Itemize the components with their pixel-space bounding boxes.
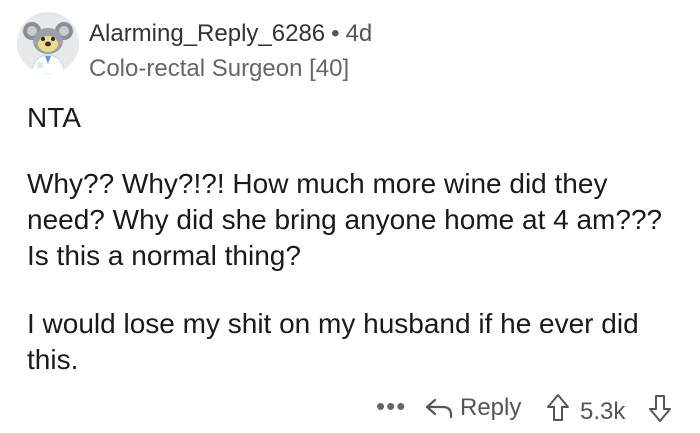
downvote-arrow-icon [649,395,671,422]
username-link[interactable]: Alarming_Reply_6286 [89,20,325,47]
comment-paragraph: Why?? Why?!?! How much more wine did the… [27,168,663,271]
vote-count: 5.3k [580,398,626,425]
reply-button[interactable]: Reply [424,392,521,424]
koala-avatar-icon [17,12,79,74]
comment-actions-bar: ••• Reply 5.3k [0,388,700,428]
user-flair: Colo-rectal Surgeon [40] [89,55,350,82]
comment-age: 4d [345,20,373,47]
comment: Alarming_Reply_6286 • 4d Colo-rectal Surge… [0,0,700,433]
downvote-button[interactable] [648,393,672,423]
reply-arrow-icon [425,398,453,419]
user-avatar[interactable] [17,12,79,74]
reply-label: Reply [460,394,522,421]
upvote-arrow-icon [547,394,569,421]
upvote-button[interactable] [546,393,570,423]
comment-header: Alarming_Reply_6286 • 4d [89,20,372,48]
more-options-button[interactable]: ••• [376,388,405,428]
meta-separator: • [331,20,340,47]
comment-paragraph: NTA [27,102,81,133]
comment-paragraph: I would lose my shit on my husband if he… [27,308,639,375]
